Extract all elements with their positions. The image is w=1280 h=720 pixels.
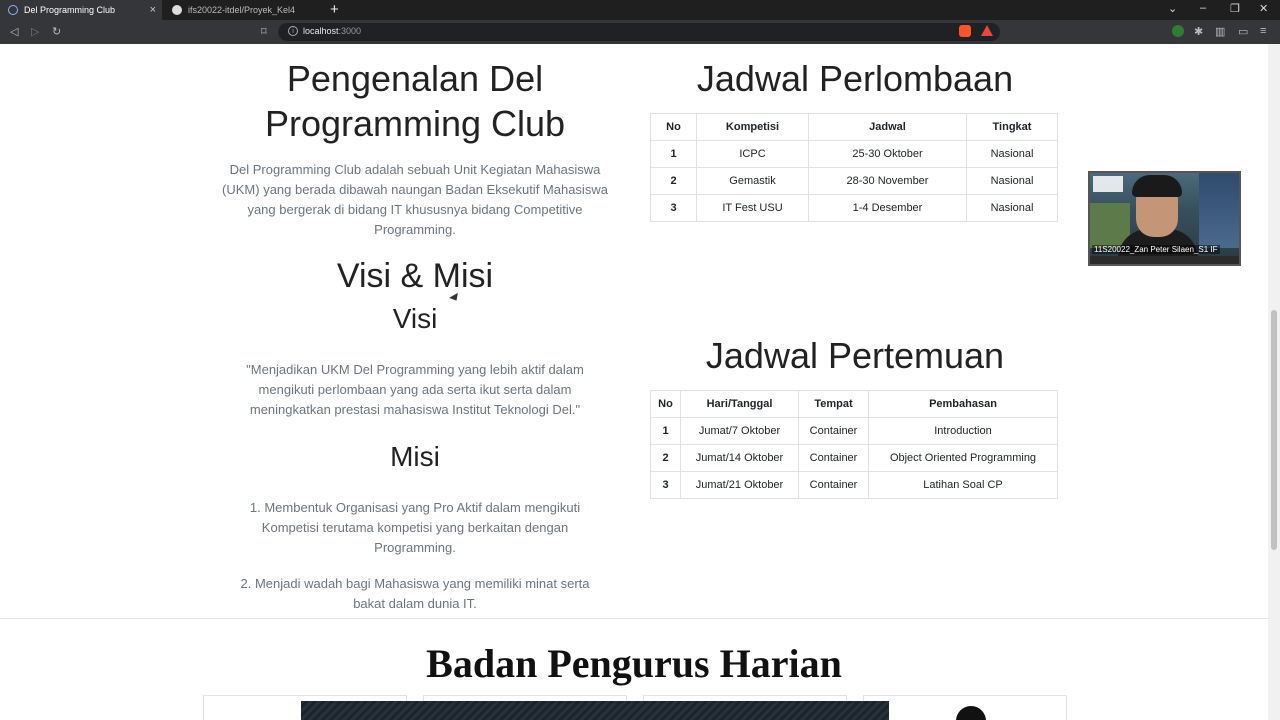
mission-list: 1. Membentuk Organisasi yang Pro Aktif d… [210, 498, 620, 614]
about-title: Pengenalan Del Programming Club [264, 58, 566, 144]
col-header: No [650, 390, 681, 418]
mission-title: Misi [390, 441, 440, 472]
bookmark-icon[interactable]: ⌑ [261, 25, 267, 38]
restore-icon[interactable]: ❐ [1230, 2, 1240, 15]
tab-title: Del Programming Club [24, 5, 116, 15]
table-row: 3 Jumat/21 Oktober Container Latihan Soa… [650, 471, 1058, 499]
cell: 1-4 Desember [808, 194, 967, 222]
table-row: 1 Jumat/7 Oktober Container Introduction [650, 417, 1058, 445]
section-divider [0, 618, 1268, 619]
tab-title: ifs20022-itdel/Proyek_Kel4 [188, 5, 296, 15]
address-url: localhost:3000 [303, 26, 362, 36]
mission-item: 2. Menjadi wadah bagi Mahasiswa yang mem… [240, 576, 590, 611]
webcam-overlay[interactable]: 11S20022_Zan Peter Silaen_S1 IF [1088, 171, 1241, 266]
cell: Jumat/14 Oktober [680, 444, 799, 472]
browser-tab-bar: Del Programming Club × ifs20022-itdel/Pr… [0, 0, 1280, 20]
vision-mission-title: Visi & Misi [336, 257, 494, 295]
cell: Jumat/7 Oktober [680, 417, 799, 445]
col-header: Jadwal [808, 113, 967, 141]
cell: Introduction [868, 417, 1058, 445]
webcam-person-hair [1132, 175, 1182, 197]
mission-item: 1. Membentuk Organisasi yang Pro Aktif d… [249, 500, 581, 555]
sidebar-icon[interactable]: ▥ [1215, 25, 1225, 38]
competition-title: Jadwal Perlombaan [696, 58, 1014, 99]
col-header: Tempat [798, 390, 869, 418]
competition-table: No Kompetisi Jadwal Tingkat 1 ICPC 25-30… [650, 113, 1058, 222]
competition-section: Jadwal Perlombaan No Kompetisi Jadwal Ti… [650, 56, 1060, 222]
github-icon [172, 5, 182, 15]
col-header: No [650, 113, 697, 141]
tab-search-icon[interactable]: ⌄ [1168, 2, 1177, 15]
cell: Object Oriented Programming [868, 444, 1058, 472]
scrollbar-thumb[interactable] [1271, 310, 1277, 550]
meeting-table: No Hari/Tanggal Tempat Pembahasan 1 Juma… [650, 390, 1058, 499]
cell: 2 [650, 444, 681, 472]
close-window-icon[interactable]: ✕ [1259, 2, 1268, 15]
menu-icon[interactable]: ≡ [1260, 25, 1266, 37]
cell: 1 [650, 417, 681, 445]
vision-text: "Menjadikan UKM Del Programming yang leb… [246, 362, 584, 417]
page-content: Pengenalan Del Programming Club Del Prog… [0, 44, 1268, 720]
webcam-label: 11S20022_Zan Peter Silaen_S1 IF [1092, 245, 1220, 254]
cell: Jumat/21 Oktober [680, 471, 799, 499]
cell: 2 [650, 167, 697, 195]
tab-github-repo[interactable]: ifs20022-itdel/Proyek_Kel4 [164, 0, 324, 20]
new-tab-icon[interactable]: + [330, 1, 339, 18]
brave-rewards-icon[interactable] [981, 25, 993, 36]
extension-icon[interactable] [1172, 25, 1184, 37]
cell: Nasional [966, 140, 1058, 168]
browser-toolbar: ◁ ▷ ↻ ⌑ i localhost:3000 ✱ ▥ ▭ ≡ [0, 20, 1280, 44]
cell: 1 [650, 140, 697, 168]
back-icon[interactable]: ◁ [10, 25, 18, 38]
table-row: 3 IT Fest USU 1-4 Desember Nasional [650, 194, 1058, 222]
brave-shield-icon[interactable] [959, 25, 971, 37]
cell: 28-30 November [808, 167, 967, 195]
webcam-logo [1093, 176, 1123, 192]
cell: Nasional [966, 167, 1058, 195]
about-section: Pengenalan Del Programming Club Del Prog… [210, 56, 620, 614]
extensions-puzzle-icon[interactable]: ✱ [1194, 25, 1203, 38]
cell: Container [798, 417, 869, 445]
table-header-row: No Kompetisi Jadwal Tingkat [650, 113, 1058, 141]
about-description: Del Programming Club adalah sebuah Unit … [222, 162, 608, 237]
cell: 3 [650, 471, 681, 499]
meeting-title: Jadwal Pertemuan [705, 335, 1005, 376]
col-header: Kompetisi [696, 113, 809, 141]
table-row: 1 ICPC 25-30 Oktober Nasional [650, 140, 1058, 168]
cell: Container [798, 471, 869, 499]
site-info-icon[interactable]: i [288, 26, 298, 36]
minimize-icon[interactable]: – [1200, 2, 1206, 14]
cell: Nasional [966, 194, 1058, 222]
wallet-icon[interactable]: ▭ [1238, 25, 1248, 38]
tab-del-programming-club[interactable]: Del Programming Club × [0, 0, 162, 20]
col-header: Hari/Tanggal [680, 390, 799, 418]
webcam-bar [1090, 256, 1239, 264]
board-banner-image [301, 701, 889, 720]
meeting-section: Jadwal Pertemuan No Hari/Tanggal Tempat … [650, 333, 1060, 499]
board-title: Badan Pengurus Harian [426, 641, 842, 686]
vision-title: Visi [392, 303, 438, 334]
reload-icon[interactable]: ↻ [52, 25, 61, 38]
cell: IT Fest USU [696, 194, 809, 222]
col-header: Tingkat [966, 113, 1058, 141]
forward-icon[interactable]: ▷ [31, 25, 39, 38]
webcam-background [1199, 173, 1239, 248]
close-tab-icon[interactable]: × [150, 4, 156, 16]
cell: ICPC [696, 140, 809, 168]
cell: Latihan Soal CP [868, 471, 1058, 499]
table-row: 2 Jumat/14 Oktober Container Object Orie… [650, 444, 1058, 472]
table-header-row: No Hari/Tanggal Tempat Pembahasan [650, 390, 1058, 418]
cell: Container [798, 444, 869, 472]
page-scrollbar[interactable] [1268, 44, 1280, 720]
cell: 3 [650, 194, 697, 222]
col-header: Pembahasan [868, 390, 1058, 418]
address-bar[interactable]: i localhost:3000 [278, 23, 1000, 41]
cell: 25-30 Oktober [808, 140, 967, 168]
globe-icon [8, 5, 18, 15]
cell: Gemastik [696, 167, 809, 195]
table-row: 2 Gemastik 28-30 November Nasional [650, 167, 1058, 195]
